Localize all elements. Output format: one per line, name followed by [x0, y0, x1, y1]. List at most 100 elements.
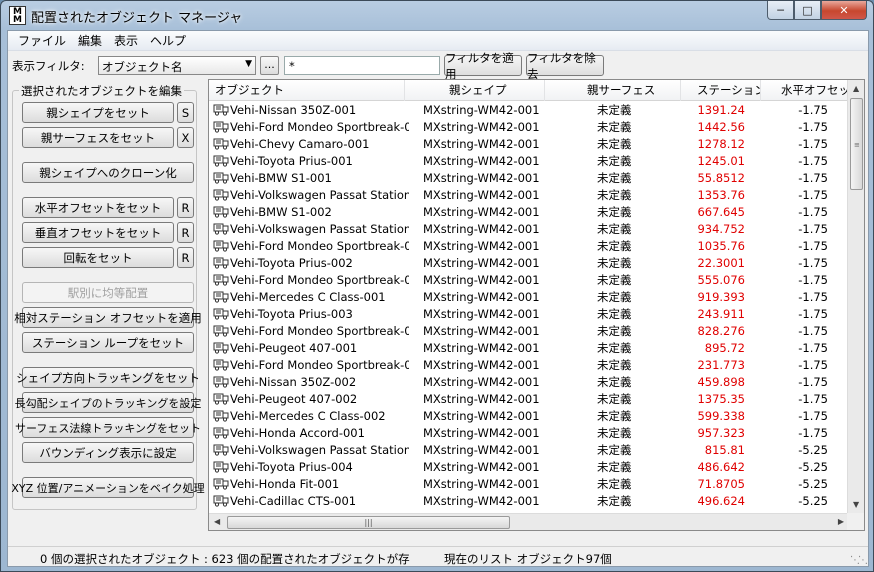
set-rotation-button[interactable]: 回転をセット: [22, 247, 174, 268]
table-row[interactable]: Vehi-Ford Mondeo Sportbreak-002 MXstring-…: [209, 238, 849, 255]
cell-parent-surface: 未定義: [597, 273, 632, 287]
bounding-display-button[interactable]: バウンディング表示に設定: [22, 442, 194, 463]
cell-object: Vehi-Chevy Camaro-001: [213, 136, 409, 153]
table-row[interactable]: Vehi-Ford Mondeo Sportbreak-005 MXstring-…: [209, 357, 849, 374]
cell-parent-shape: MXstring-WM42-001: [423, 307, 540, 321]
table-row[interactable]: Vehi-Volkswagen Passat Station-... MXstri…: [209, 442, 849, 459]
cell-parent-surface: 未定義: [597, 324, 632, 338]
cell-horizontal-offset: -5.25: [798, 443, 828, 457]
table-row[interactable]: Vehi-BMW S1-001 MXstring-WM42-001 未定義 55.85…: [209, 170, 849, 187]
filter-browse-button[interactable]: ...: [260, 56, 279, 75]
table-row[interactable]: Vehi-Ford Mondeo Sportbreak-004 MXstring-…: [209, 323, 849, 340]
resize-grip-icon[interactable]: ⋱⋱: [850, 555, 868, 566]
scroll-left-icon[interactable]: ◀: [214, 517, 220, 526]
car-object-icon: [213, 136, 229, 150]
cell-station: 243.911: [697, 307, 745, 321]
title-bar[interactable]: MM 配置されたオブジェクト マネージャ ─ □ ✕: [1, 1, 873, 29]
table-row[interactable]: Vehi-Nissan 350Z-001 MXstring-WM42-001 未定義…: [209, 102, 849, 119]
cell-horizontal-offset: -1.75: [798, 205, 828, 219]
table-row[interactable]: Vehi-Cadillac CTS-001 MXstring-WM42-001 未定…: [209, 493, 849, 510]
shape-direction-tracking-button[interactable]: シェイプ方向トラッキングをセット: [16, 367, 200, 388]
minimize-icon: ─: [777, 3, 784, 17]
table-row[interactable]: Vehi-Toyota Prius-002 MXstring-WM42-001 未定…: [209, 255, 849, 272]
header-object[interactable]: オブジェクト: [209, 80, 405, 101]
cell-parent-surface: 未定義: [597, 222, 632, 236]
cell-station: 486.642: [697, 460, 745, 474]
scroll-down-icon[interactable]: ▼: [853, 500, 859, 509]
object-name: Vehi-Peugeot 407-001: [230, 341, 358, 355]
set-station-loop-button[interactable]: ステーション ループをセット: [22, 332, 194, 353]
filter-label: 表示フィルタ:: [12, 59, 85, 73]
header-parent-shape[interactable]: 親シェイプ: [405, 80, 545, 101]
cell-station: 459.898: [697, 375, 745, 389]
cell-object: Vehi-Volkswagen Passat Station-...: [213, 187, 409, 204]
set-horizontal-offset-button[interactable]: 水平オフセットをセット: [22, 197, 174, 218]
horizontal-scroll-thumb[interactable]: |||: [227, 516, 510, 529]
menu-edit[interactable]: 編集: [72, 32, 108, 49]
set-vertical-offset-button[interactable]: 垂直オフセットをセット: [22, 222, 174, 243]
apply-relative-station-offset-button[interactable]: 相対ステーション オフセットを適用: [14, 307, 202, 328]
table-row[interactable]: Vehi-Toyota Prius-004 MXstring-WM42-001 未定…: [209, 459, 849, 476]
table-row[interactable]: Vehi-Honda Fit-001 MXstring-WM42-001 未定義 71…: [209, 476, 849, 493]
minimize-button[interactable]: ─: [767, 1, 794, 20]
set-parent-surface-button[interactable]: 親サーフェスをセット: [22, 127, 174, 148]
car-object-icon: [213, 204, 229, 218]
filter-field-select[interactable]: オブジェクト名 ▼: [98, 56, 256, 75]
menu-help[interactable]: ヘルプ: [144, 32, 192, 49]
reset-vertical-offset-button[interactable]: R: [177, 222, 194, 243]
bake-xyz-animation-button[interactable]: XYZ 位置/アニメーションをベイク処理: [11, 477, 205, 498]
distribute-by-station-button[interactable]: 駅別に均等配置: [22, 282, 194, 303]
table-row[interactable]: Vehi-Nissan 350Z-002 MXstring-WM42-001 未定義…: [209, 374, 849, 391]
cell-object: Vehi-Toyota Prius-003: [213, 306, 409, 323]
scroll-up-icon[interactable]: ▲: [853, 84, 859, 93]
table-row[interactable]: Vehi-BMW S1-002 MXstring-WM42-001 未定義 667.6…: [209, 204, 849, 221]
apply-filter-button[interactable]: フィルタを適用: [444, 51, 522, 81]
horizontal-scrollbar[interactable]: ◀ ||| ▶: [209, 513, 849, 530]
long-grade-tracking-button[interactable]: 長勾配シェイプのトラッキングを設定: [15, 392, 201, 413]
cell-parent-surface: 未定義: [597, 205, 632, 219]
placed-objects-table[interactable]: オブジェクト 親シェイプ 親サーフェス ステーション 水平オフセット Vehi-…: [208, 79, 865, 531]
menu-view[interactable]: 表示: [108, 32, 144, 49]
table-row[interactable]: Vehi-Peugeot 407-002 MXstring-WM42-001 未定義…: [209, 391, 849, 408]
cell-parent-surface: 未定義: [597, 290, 632, 304]
filter-pattern-input[interactable]: *: [284, 56, 440, 75]
set-parent-shape-button[interactable]: 親シェイプをセット: [22, 102, 174, 123]
cell-parent-shape: MXstring-WM42-001: [423, 375, 540, 389]
header-parent-surface[interactable]: 親サーフェス: [545, 80, 681, 101]
table-row[interactable]: Vehi-Ford Mondeo Sportbreak-003 MXstring-…: [209, 272, 849, 289]
reset-horizontal-offset-button[interactable]: R: [177, 197, 194, 218]
table-row[interactable]: Vehi-Peugeot 407-001 MXstring-WM42-001 未定義…: [209, 340, 849, 357]
header-horizontal-offset[interactable]: 水平オフセット: [761, 80, 849, 101]
scroll-right-icon[interactable]: ▶: [838, 517, 844, 526]
menu-file[interactable]: ファイル: [12, 32, 72, 49]
cell-parent-surface: 未定義: [597, 137, 632, 151]
table-row[interactable]: Vehi-Volkswagen Passat Station-... MXstri…: [209, 221, 849, 238]
table-row[interactable]: Vehi-Mercedes C Class-001 MXstring-WM42-0…: [209, 289, 849, 306]
vertical-scroll-thumb[interactable]: ≡: [850, 98, 863, 190]
close-button[interactable]: ✕: [821, 1, 867, 20]
cell-horizontal-offset: -1.75: [798, 324, 828, 338]
maximize-button[interactable]: □: [794, 1, 821, 20]
table-row[interactable]: Vehi-Ford Mondeo Sportbreak-001 MXstring-…: [209, 119, 849, 136]
cell-parent-shape: MXstring-WM42-001: [423, 460, 540, 474]
table-row[interactable]: Vehi-Volkswagen Passat Station-... MXstri…: [209, 187, 849, 204]
cell-station: 919.393: [697, 290, 745, 304]
table-row[interactable]: Vehi-Toyota Prius-001 MXstring-WM42-001 未定…: [209, 153, 849, 170]
table-row[interactable]: Vehi-Toyota Prius-003 MXstring-WM42-001 未定…: [209, 306, 849, 323]
cell-parent-shape: MXstring-WM42-001: [423, 409, 540, 423]
clear-surface-button[interactable]: X: [177, 127, 194, 148]
remove-filter-button[interactable]: フィルタを除去: [526, 51, 604, 81]
vertical-scrollbar[interactable]: ▲ ≡ ▼: [847, 80, 864, 513]
select-shape-button[interactable]: S: [177, 102, 194, 123]
clone-to-parent-shape-button[interactable]: 親シェイプへのクローン化: [22, 162, 194, 183]
app-m-icon[interactable]: MM: [9, 6, 26, 25]
table-row[interactable]: Vehi-Mercedes C Class-002 MXstring-WM42-0…: [209, 408, 849, 425]
surface-normal-tracking-button[interactable]: サーフェス法線トラッキングをセット: [15, 417, 201, 438]
header-station[interactable]: ステーション: [681, 80, 761, 101]
reset-rotation-button[interactable]: R: [177, 247, 194, 268]
filter-field-value: オブジェクト名: [102, 60, 183, 74]
table-row[interactable]: Vehi-Chevy Camaro-001 MXstring-WM42-001 未定…: [209, 136, 849, 153]
cell-object: Vehi-Ford Mondeo Sportbreak-005: [213, 357, 409, 374]
table-row[interactable]: Vehi-Honda Accord-001 MXstring-WM42-001 未定…: [209, 425, 849, 442]
cell-parent-surface: 未定義: [597, 409, 632, 423]
